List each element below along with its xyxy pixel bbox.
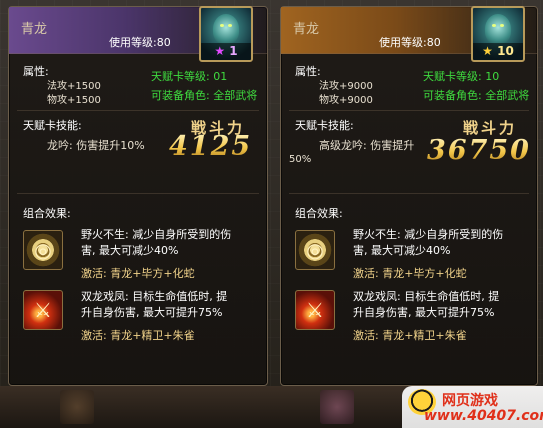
talent-skill-text-2: 50%	[289, 154, 312, 165]
star-rank: ★ 10	[473, 43, 523, 60]
equip-role: 可装备角色: 全部武将	[151, 89, 258, 102]
talent-level: 天赋卡等级: 10	[423, 70, 500, 83]
star-rank: ★ 1	[201, 43, 251, 60]
background-avatar	[320, 390, 354, 424]
skill-desc-line2: 升自身伤害, 最大可提升75%	[353, 306, 495, 319]
eye-icon	[228, 24, 232, 27]
card-tooltip-right: 青龙 使用等级:80 ★ 10 属性: 法攻+9000 物攻+9000 天赋卡等…	[280, 6, 538, 386]
card-tooltip-left: 青龙 使用等级:80 ★ 1 属性: 法攻+1500 物攻+1500 天赋卡等级…	[8, 6, 268, 386]
star-icon: ★	[482, 44, 493, 58]
eye-icon	[492, 24, 496, 27]
flame-blade-icon[interactable]: ⚔	[295, 290, 335, 330]
skill-activate: 激活: 青龙+毕方+化蛇	[353, 267, 467, 280]
skill-desc-line2: 升自身伤害, 最大可提升75%	[81, 306, 223, 319]
combo-label: 组合效果:	[295, 207, 343, 220]
talent-skill-text: 高级龙吟: 伤害提升	[319, 139, 415, 152]
dragon-portrait[interactable]: ★ 1	[199, 6, 253, 62]
divider	[289, 193, 529, 194]
attr-physical: 物攻+9000	[319, 95, 373, 106]
flame-blade-icon[interactable]: ⚔	[23, 290, 63, 330]
eye-icon	[500, 24, 504, 27]
combo-label: 组合效果:	[23, 207, 71, 220]
watermark-title: 网页游戏	[442, 393, 498, 409]
skill-desc-line1: 野火不生: 减少自身所受到的伤	[353, 228, 504, 241]
shield-ring-icon[interactable]: ◎	[295, 230, 335, 270]
ring-glyph-icon: ◎	[306, 238, 324, 262]
talent-skill-label: 天赋卡技能:	[295, 119, 354, 132]
talent-skill-label: 天赋卡技能:	[23, 119, 82, 132]
divider	[289, 110, 529, 111]
talent-level: 天赋卡等级: 01	[151, 70, 228, 83]
skill-desc-line1: 双龙戏凤: 目标生命值低时, 提	[81, 290, 228, 303]
watermark-url: www.40407.com	[424, 408, 543, 424]
eye-icon	[220, 24, 224, 27]
skill-activate: 激活: 青龙+精卫+朱雀	[81, 329, 195, 342]
card-name: 青龙	[21, 22, 48, 37]
star-count: 1	[229, 44, 238, 58]
skill-desc-line2: 害, 最大可减少40%	[353, 244, 451, 257]
dragon-portrait[interactable]: ★ 10	[471, 6, 525, 62]
use-level: 使用等级:80	[109, 36, 171, 49]
background-avatar	[60, 390, 94, 424]
power-value: 4125	[169, 131, 253, 162]
attr-physical: 物攻+1500	[47, 95, 101, 106]
equip-role: 可装备角色: 全部武将	[423, 89, 530, 102]
attr-magic: 法攻+9000	[319, 81, 373, 92]
divider	[17, 110, 259, 111]
star-icon: ★	[214, 44, 226, 58]
power-value: 36750	[427, 135, 531, 166]
card-name: 青龙	[293, 22, 320, 37]
use-level: 使用等级:80	[379, 36, 441, 49]
skill-activate: 激活: 青龙+精卫+朱雀	[353, 329, 467, 342]
divider	[17, 193, 259, 194]
site-watermark: 网页游戏 www.40407.com	[402, 386, 543, 428]
skill-desc-line1: 野火不生: 减少自身所受到的伤	[81, 228, 232, 241]
blade-glyph-icon: ⚔	[306, 298, 324, 322]
attr-label: 属性:	[295, 65, 321, 78]
skill-activate: 激活: 青龙+毕方+化蛇	[81, 267, 195, 280]
skill-desc-line1: 双龙戏凤: 目标生命值低时, 提	[353, 290, 500, 303]
ring-glyph-icon: ◎	[34, 238, 52, 262]
shield-ring-icon[interactable]: ◎	[23, 230, 63, 270]
talent-skill-text: 龙吟: 伤害提升10%	[47, 139, 145, 152]
dragon-face-icon	[485, 14, 511, 44]
star-count: 10	[497, 44, 514, 58]
blade-glyph-icon: ⚔	[34, 298, 52, 322]
attr-label: 属性:	[23, 65, 49, 78]
attr-magic: 法攻+1500	[47, 81, 101, 92]
dragon-face-icon	[213, 14, 239, 44]
skill-desc-line2: 害, 最大可减少40%	[81, 244, 179, 257]
